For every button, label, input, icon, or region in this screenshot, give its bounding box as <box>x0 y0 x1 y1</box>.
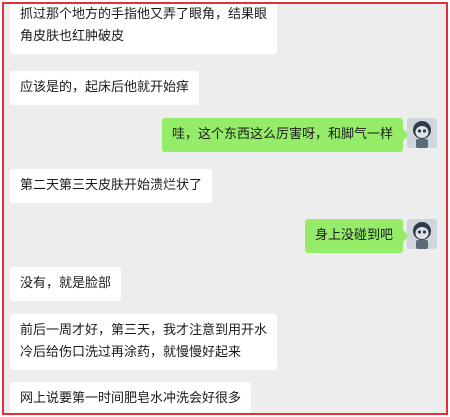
message-line: 身上没碰到吧 <box>314 228 393 243</box>
cartoon-avatar-icon <box>407 118 437 148</box>
message-line: 第二天第三天皮肤开始溃烂状了 <box>20 178 203 193</box>
cartoon-avatar-icon <box>407 219 437 249</box>
incoming-message: 抓过那个地方的手指他又弄了眼角，结果眼 角皮肤也红肿破皮 <box>10 4 278 54</box>
message-line: 前后一周才好，第三天，我才注意到用开水 <box>20 323 268 338</box>
message-line: 没有，就是脸部 <box>20 276 112 291</box>
message-line: 应该是的，起床后他就开始痒 <box>20 80 190 95</box>
incoming-message: 没有，就是脸部 <box>10 267 122 301</box>
message-line: 哇，这个东西这么厉害呀，和脚气一样 <box>171 127 393 142</box>
incoming-message: 第二天第三天皮肤开始溃烂状了 <box>10 169 213 203</box>
chat-screenshot-frame: 抓过那个地方的手指他又弄了眼角，结果眼 角皮肤也红肿破皮 应该是的，起床后他就开… <box>2 2 448 415</box>
message-line: 抓过那个地方的手指他又弄了眼角，结果眼 <box>20 7 268 22</box>
message-line: 冷后给伤口洗过再涂药，就慢慢好起来 <box>20 345 242 360</box>
incoming-message: 前后一周才好，第三天，我才注意到用开水 冷后给伤口洗过再涂药，就慢慢好起来 <box>10 314 278 370</box>
incoming-message: 网上说要第一时间肥皂水冲洗会好很多 <box>10 382 252 413</box>
message-line: 网上说要第一时间肥皂水冲洗会好很多 <box>20 391 242 406</box>
incoming-message: 应该是的，起床后他就开始痒 <box>10 71 200 105</box>
message-line: 角皮肤也红肿破皮 <box>20 29 125 44</box>
outgoing-message: 身上没碰到吧 <box>304 219 410 253</box>
outgoing-message: 哇，这个东西这么厉害呀，和脚气一样 <box>161 118 410 152</box>
